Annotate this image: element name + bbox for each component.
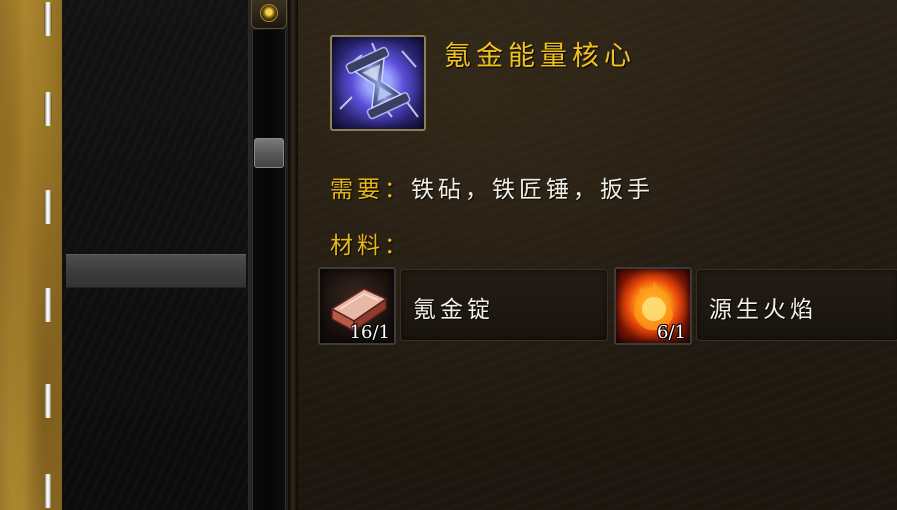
reagent-slot[interactable]: 16/1 氪金锭 [318, 267, 608, 345]
gem-icon [260, 4, 278, 22]
scrollbar-track[interactable] [252, 30, 286, 510]
stitch-decoration [44, 0, 54, 510]
fire-orb-icon[interactable]: 6/1 [614, 267, 692, 345]
scroll-up-button[interactable] [251, 0, 287, 29]
hourglass-energy-icon[interactable] [330, 35, 426, 131]
requirements-label: 需要： [330, 177, 411, 203]
profession-window: 氪金能量核心 需要：铁砧，铁匠锤，扳手 材料： 16/1 氪金锭 6/1 源生火… [0, 0, 897, 510]
reagent-count: 6/1 [657, 322, 686, 343]
materials-label: 材料： [330, 233, 411, 259]
requirements-value: 铁砧，铁匠锤，扳手 [411, 177, 654, 203]
requirements-row: 需要：铁砧，铁匠锤，扳手 [330, 170, 654, 204]
reagent-name-box[interactable]: 源生火焰 [696, 269, 897, 341]
recipe-list-selected-row[interactable] [66, 254, 246, 288]
reagent-name-box[interactable]: 氪金锭 [400, 269, 608, 341]
frame-divider [288, 0, 298, 510]
reagent-name: 源生火焰 [709, 297, 817, 323]
recipe-title: 氪金能量核心 [444, 41, 636, 72]
reagent-slot[interactable]: 6/1 源生火焰 [614, 267, 897, 345]
reagent-name: 氪金锭 [413, 297, 494, 323]
parchment-border [0, 0, 62, 510]
ingot-icon[interactable]: 16/1 [318, 267, 396, 345]
reagent-count: 16/1 [349, 322, 390, 343]
scrollbar-thumb[interactable] [254, 138, 284, 168]
